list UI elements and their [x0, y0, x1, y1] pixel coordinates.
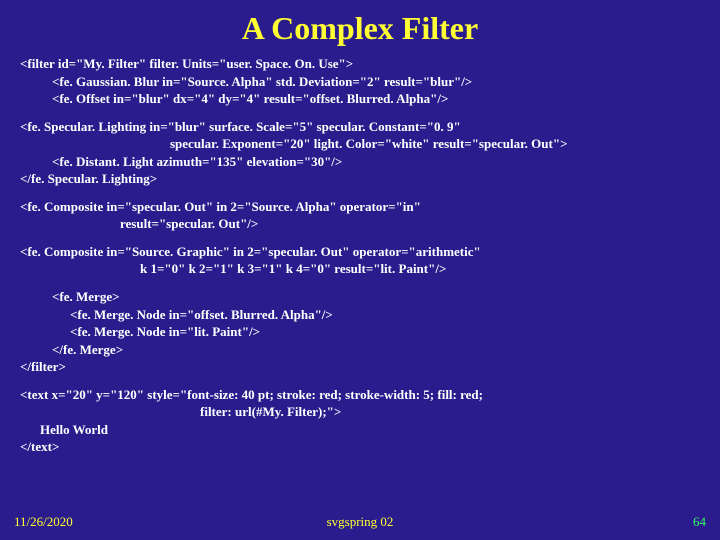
code-line: <fe. Gaussian. Blur in="Source. Alpha" s…	[20, 73, 700, 91]
code-line: k 1="0" k 2="1" k 3="1" k 4="0" result="…	[20, 260, 700, 278]
code-line: </fe. Merge>	[20, 341, 700, 359]
code-line: <filter id="My. Filter" filter. Units="u…	[20, 55, 700, 73]
code-line: Hello World	[20, 421, 700, 439]
code-line: result="specular. Out"/>	[20, 215, 700, 233]
code-line: </filter>	[20, 358, 700, 376]
footer-center: svgspring 02	[327, 514, 394, 530]
footer-date: 11/26/2020	[14, 514, 73, 530]
code-block-5: <fe. Merge> <fe. Merge. Node in="offset.…	[20, 288, 700, 376]
code-line: <text x="20" y="120" style="font-size: 4…	[20, 386, 700, 404]
code-line: specular. Exponent="20" light. Color="wh…	[20, 135, 700, 153]
slide-title: A Complex Filter	[0, 0, 720, 55]
code-content: <filter id="My. Filter" filter. Units="u…	[0, 55, 720, 456]
code-line: <fe. Composite in="specular. Out" in 2="…	[20, 198, 700, 216]
code-block-4: <fe. Composite in="Source. Graphic" in 2…	[20, 243, 700, 278]
code-block-3: <fe. Composite in="specular. Out" in 2="…	[20, 198, 700, 233]
code-line: </fe. Specular. Lighting>	[20, 170, 700, 188]
code-line: <fe. Merge. Node in="offset. Blurred. Al…	[20, 306, 700, 324]
code-line: <fe. Offset in="blur" dx="4" dy="4" resu…	[20, 90, 700, 108]
code-line: <fe. Specular. Lighting in="blur" surfac…	[20, 118, 700, 136]
code-block-6: <text x="20" y="120" style="font-size: 4…	[20, 386, 700, 456]
code-line: </text>	[20, 438, 700, 456]
code-block-2: <fe. Specular. Lighting in="blur" surfac…	[20, 118, 700, 188]
code-line: <fe. Merge. Node in="lit. Paint"/>	[20, 323, 700, 341]
code-line: <fe. Distant. Light azimuth="135" elevat…	[20, 153, 700, 171]
footer-page-number: 64	[693, 514, 706, 530]
code-line: <fe. Merge>	[20, 288, 700, 306]
code-line: filter: url(#My. Filter);">	[20, 403, 700, 421]
code-line: <fe. Composite in="Source. Graphic" in 2…	[20, 243, 700, 261]
code-block-1: <filter id="My. Filter" filter. Units="u…	[20, 55, 700, 108]
slide-footer: 11/26/2020 svgspring 02 64	[0, 514, 720, 530]
